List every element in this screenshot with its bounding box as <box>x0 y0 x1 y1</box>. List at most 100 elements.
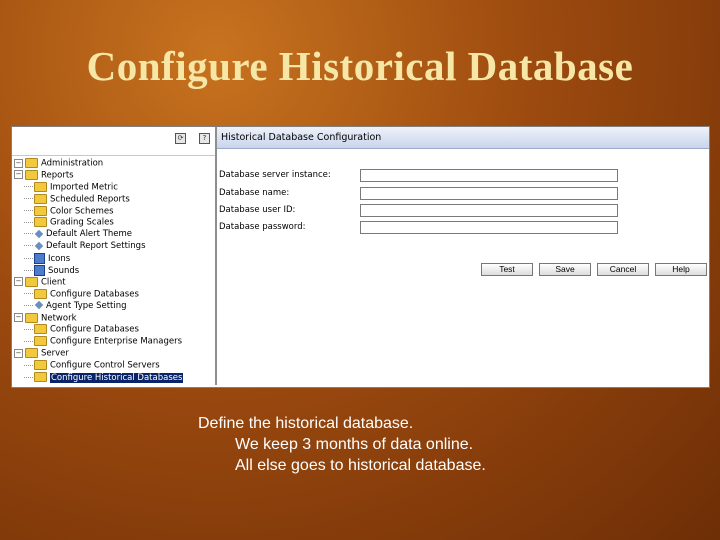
save-button[interactable]: Save <box>539 263 591 276</box>
database-name-input[interactable] <box>360 187 618 200</box>
tree-pane-header: ⟳ ? <box>12 127 215 156</box>
database-user-id-label: Database user ID: <box>219 205 296 215</box>
tree-item[interactable]: Agent Type Setting <box>12 301 215 313</box>
tree-item-label: Network <box>41 313 77 324</box>
folder-icon <box>34 324 47 335</box>
tree-item-label: Configure Historical Databases <box>50 372 184 383</box>
folder-icon <box>34 217 47 228</box>
tree-item-label: Client <box>41 277 66 288</box>
folder-icon <box>34 205 47 216</box>
app-screenshot: ⟳ ? − Administration − Reports Imported Metr… <box>11 126 710 388</box>
database-password-input[interactable] <box>360 221 618 234</box>
tree-item[interactable]: Color Schemes <box>12 205 215 218</box>
tree-item[interactable]: Grading Scales <box>12 217 215 229</box>
tree-item-label: Sounds <box>48 266 80 277</box>
tree-item[interactable]: Imported Metric <box>12 181 215 194</box>
tree-item-label: Color Schemes <box>50 206 114 217</box>
tree-item-label: Configure Databases <box>50 289 139 300</box>
tree-item-label: Configure Enterprise Managers <box>50 336 183 347</box>
folder-icon <box>34 336 47 347</box>
tree-item[interactable]: − Network <box>12 312 215 325</box>
help-icon[interactable]: ? <box>199 133 210 144</box>
tree-connector <box>24 210 33 212</box>
tree-item[interactable]: Configure Historical Databases <box>12 372 215 384</box>
tree-item[interactable]: Configure Enterprise Managers <box>12 336 215 348</box>
tree-item[interactable]: Default Report Settings <box>12 241 215 253</box>
tree-connector <box>24 328 33 330</box>
diamond-icon <box>34 241 44 250</box>
tree-item[interactable]: − Administration <box>12 158 215 170</box>
tree-connector <box>24 304 33 306</box>
configuration-form-pane: Historical Database Configuration Databa… <box>217 127 709 385</box>
collapse-toggle-icon[interactable]: − <box>14 348 23 358</box>
slide-caption: Define the historical database. We keep … <box>198 413 486 476</box>
folder-icon <box>34 360 47 371</box>
tree-item[interactable]: Sounds <box>12 265 215 277</box>
folder-icon <box>34 288 47 299</box>
box-icon <box>34 265 45 277</box>
tree-connector <box>24 364 33 366</box>
diamond-icon <box>34 300 44 310</box>
tree-item-label: Icons <box>48 254 71 265</box>
collapse-toggle-icon[interactable]: − <box>14 170 23 180</box>
tree-item[interactable]: − Reports <box>12 169 215 182</box>
tree-item[interactable]: Configure Control Servers <box>12 360 215 372</box>
tree-connector <box>24 258 33 260</box>
tree-item-label: Reports <box>41 170 74 181</box>
tree-connector <box>24 221 33 223</box>
help-button[interactable]: Help <box>655 263 707 276</box>
tree-item[interactable]: Scheduled Reports <box>12 193 215 206</box>
folder-icon <box>34 181 47 192</box>
tree-item[interactable]: Configure Databases <box>12 324 215 336</box>
form-title: Historical Database Configuration <box>217 127 709 149</box>
tree-list: − Administration − Reports Imported Metric Sc… <box>12 158 215 384</box>
tree-item[interactable]: Configure Databases <box>12 288 215 301</box>
folder-icon <box>25 312 38 323</box>
tree-item-label: Default Report Settings <box>46 241 146 252</box>
server-instance-label: Database server instance: <box>219 170 331 180</box>
database-user-id-input[interactable] <box>360 204 618 217</box>
caption-main: Define the historical database. <box>198 415 414 432</box>
tree-item-label: Imported Metric <box>50 182 118 193</box>
folder-icon <box>25 276 38 287</box>
tree-item-label: Configure Databases <box>50 324 139 335</box>
tree-item[interactable]: Icons <box>12 253 215 265</box>
box-icon <box>34 253 45 265</box>
tree-connector <box>24 186 33 188</box>
tree-connector <box>24 233 33 235</box>
collapse-toggle-icon[interactable]: − <box>14 158 23 168</box>
diamond-icon <box>34 229 44 239</box>
cancel-button[interactable]: Cancel <box>597 263 649 276</box>
folder-icon <box>25 348 38 359</box>
database-password-label: Database password: <box>219 222 306 232</box>
slide-title: Configure Historical Database <box>86 43 634 89</box>
folder-icon <box>25 158 38 168</box>
tree-item-label: Scheduled Reports <box>50 194 130 205</box>
collapse-toggle-icon[interactable]: − <box>14 277 23 287</box>
tree-connector <box>24 270 33 272</box>
navigation-tree-pane: ⟳ ? − Administration − Reports Imported Metr… <box>12 127 217 385</box>
server-instance-input[interactable] <box>360 169 618 182</box>
tree-connector <box>24 293 33 295</box>
tree-item-label: Grading Scales <box>50 217 114 228</box>
database-name-label: Database name: <box>219 188 290 198</box>
tree-item-label: Configure Control Servers <box>50 360 160 371</box>
tree-connector <box>24 376 33 378</box>
refresh-icon[interactable]: ⟳ <box>175 133 186 144</box>
tree-item[interactable]: − Client <box>12 276 215 289</box>
tree-item[interactable]: Default Alert Theme <box>12 229 215 241</box>
tree-item-label: Agent Type Setting <box>46 300 127 311</box>
collapse-toggle-icon[interactable]: − <box>14 313 23 323</box>
tree-item-label: Administration <box>41 158 104 169</box>
tree-item-label: Server <box>41 348 69 359</box>
test-button[interactable]: Test <box>481 263 533 276</box>
folder-icon <box>34 193 47 204</box>
folder-icon <box>25 169 38 180</box>
tree-connector <box>24 340 33 342</box>
caption-sub2: All else goes to historical database. <box>235 457 486 474</box>
tree-connector <box>24 198 33 200</box>
caption-sub1: We keep 3 months of data online. <box>235 436 474 453</box>
tree-item[interactable]: − Server <box>12 348 215 360</box>
folder-icon <box>34 372 47 383</box>
tree-item-label: Default Alert Theme <box>46 229 133 240</box>
